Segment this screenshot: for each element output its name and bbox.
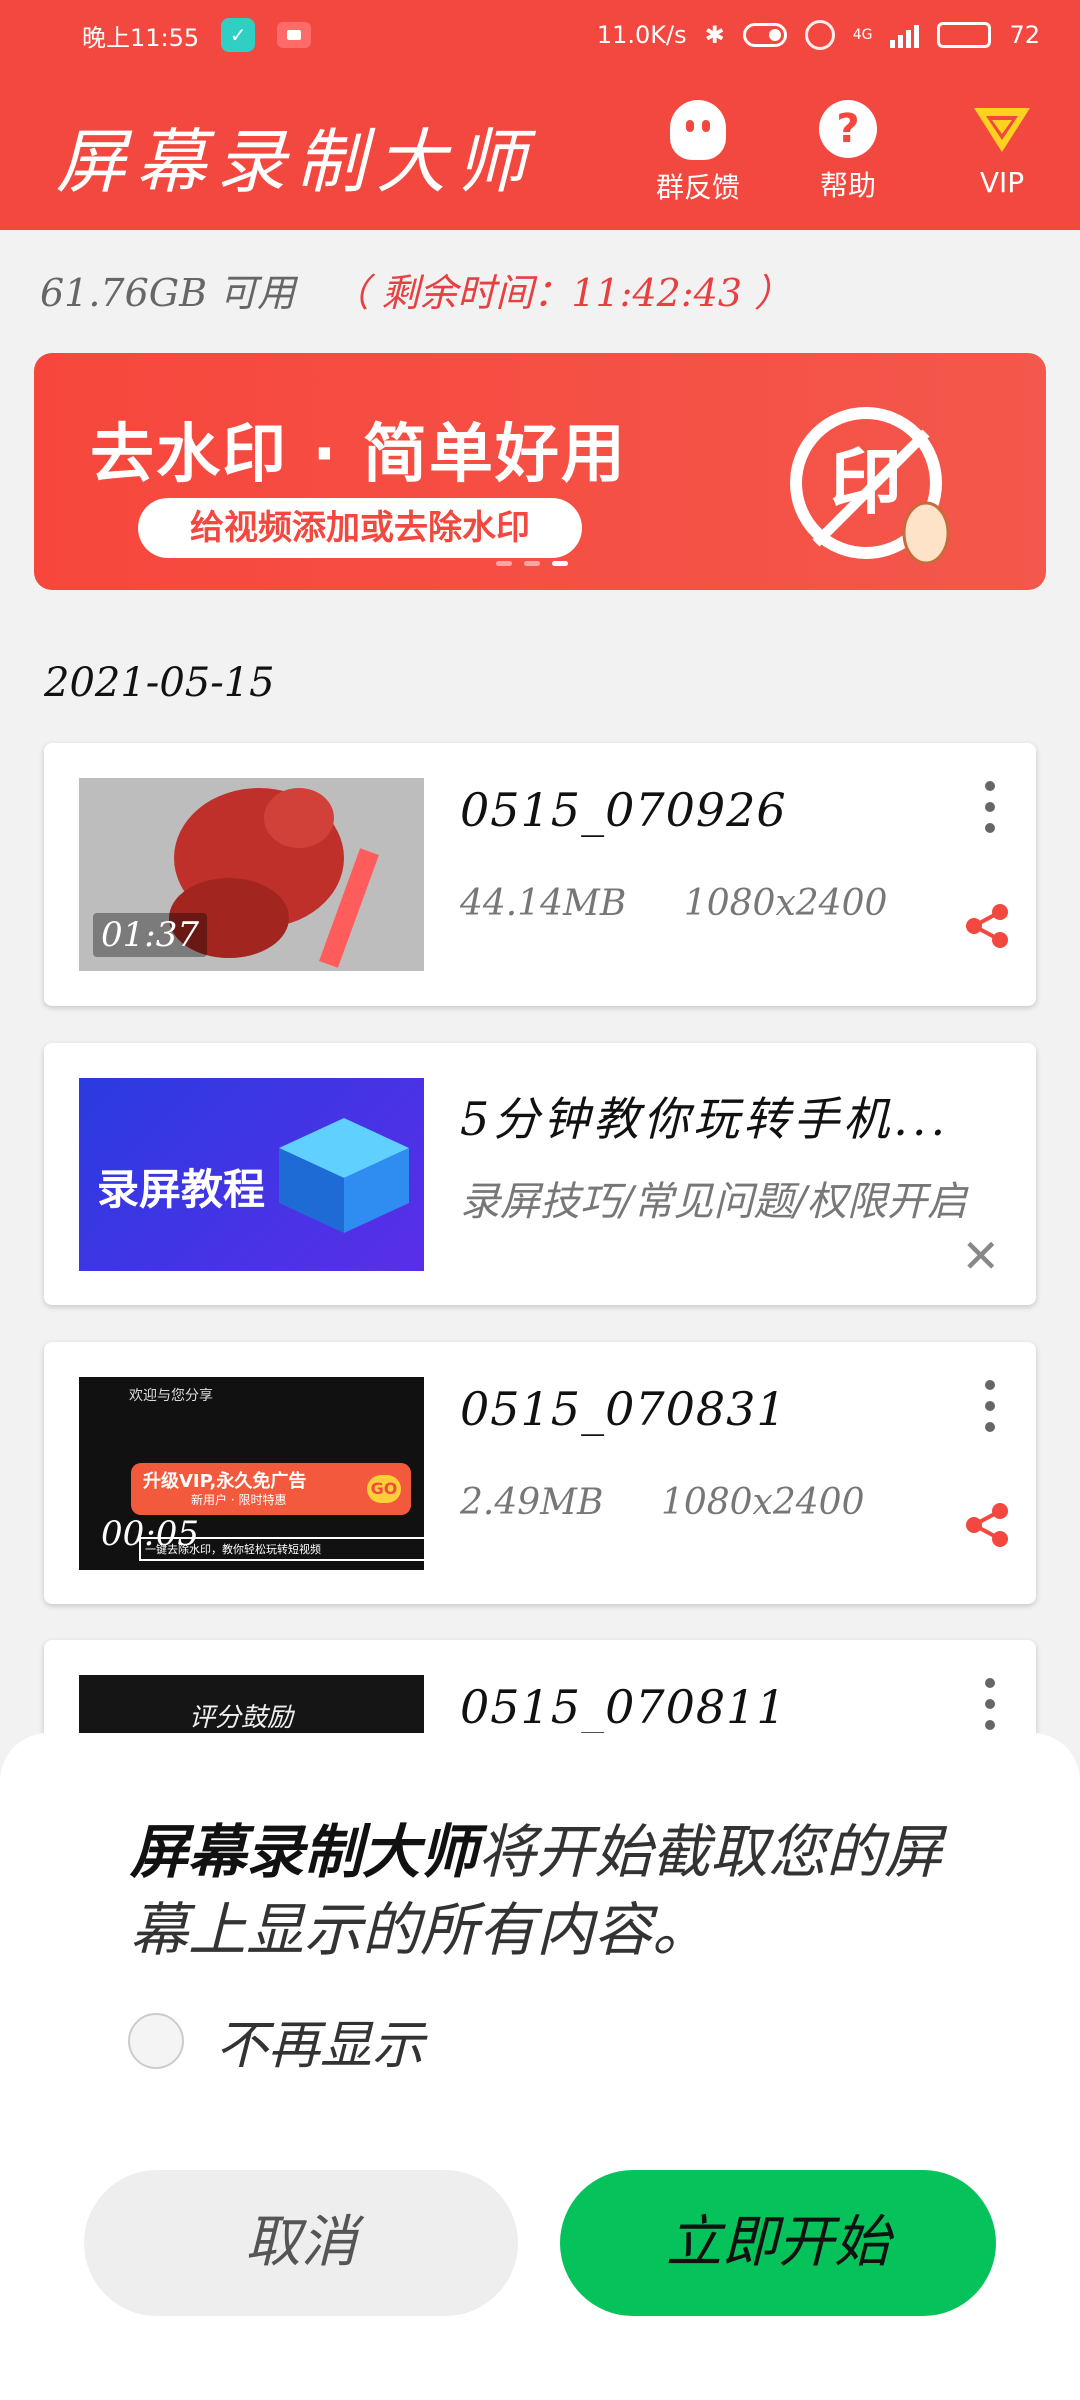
dont-show-again-label: 不再显示 [216,2016,425,2076]
bluetooth-icon: ✱ [704,21,725,49]
banner-subtitle: 给视频添加或去除水印 [138,498,582,558]
date-header: 2021-05-15 [44,660,275,706]
feedback-group-button[interactable]: 群反馈 [628,100,768,206]
video-title: 0515_070926 [460,783,787,837]
qq-penguin-icon [670,100,726,160]
video-size: 44.14MB [460,883,627,924]
app-title: 屏幕录制大师 [56,121,536,203]
more-options-icon[interactable] [984,1678,996,1730]
tutorial-thumb-text: 录屏教程 [97,1165,266,1214]
help-label: 帮助 [819,169,876,202]
dont-show-again-row[interactable]: 不再显示 [128,2003,424,2078]
video-resolution: 1080x2400 [683,883,888,924]
thumb-go: GO [367,1475,401,1503]
status-time: 晚上11:55 [82,23,200,52]
tutorial-subtitle: 录屏技巧/常见问题/权限开启 [460,1179,967,1225]
video-meta: 44.14MB 1080x2400 [460,883,887,924]
start-now-button[interactable]: 立即开始 [560,2170,996,2316]
question-icon: ? [819,100,877,158]
watermark-logo-icon: 印 [790,407,950,565]
thumb-promo-title: 升级VIP,永久免广告 [143,1471,307,1492]
shield-icon: ✓ [221,18,256,52]
alarm-icon [804,20,835,50]
vip-label: VIP [979,166,1025,199]
banner-title: 去水印 · 简单好用 [90,418,627,492]
storage-available: 61.76GB 可用 [40,271,296,315]
thumb-top-text: 欢迎与您分享 [129,1388,213,1404]
share-icon[interactable] [962,901,1012,951]
video-title: 0515_070831 [460,1382,787,1436]
thumb-promo: 升级VIP,永久免广告 新用户 · 限时特惠 GO [131,1463,411,1515]
video-thumbnail[interactable]: 01:37 [79,778,424,971]
more-options-icon[interactable] [984,1380,996,1432]
video-thumbnail[interactable]: 欢迎与您分享 升级VIP,永久免广告 新用户 · 限时特惠 GO 一键去除水印，… [79,1377,424,1570]
screen-capture-dialog: 屏幕录制大师将开始截取您的屏幕上显示的所有内容。 不再显示 取消 立即开始 [0,1733,1080,2400]
share-icon[interactable] [962,1500,1012,1550]
dialog-message: 屏幕录制大师将开始截取您的屏幕上显示的所有内容。 [130,1813,950,1969]
video-card[interactable]: 01:37 0515_070926 44.14MB 1080x2400 [44,743,1036,1006]
battery-icon [937,22,992,48]
battery-level: 72 [1009,21,1040,49]
feedback-label: 群反馈 [655,171,740,204]
app-bar: 屏幕录制大师 群反馈 ? 帮助 VIP [0,70,1080,230]
video-duration: 01:37 [93,913,207,957]
thumb-promo-sub: 新用户 · 限时特惠 [191,1493,287,1507]
cube-graphic [279,1118,409,1233]
dont-show-again-checkbox[interactable] [128,2012,184,2069]
record-icon [277,22,312,48]
vip-button[interactable]: VIP [932,100,1072,199]
net-speed: 11.0K/s [596,21,687,49]
video-meta: 2.49MB 1080x2400 [460,1482,864,1523]
more-options-icon[interactable] [984,781,996,833]
video-size: 2.49MB [460,1482,604,1523]
tutorial-thumbnail[interactable]: 录屏教程 [79,1078,424,1271]
storage-remaining: （ 剩余时间：11:42:43 ） [331,271,793,315]
signal-icon [890,22,920,48]
video-title: 0515_070811 [460,1680,787,1734]
thumb-text: 评分鼓励 [189,1703,294,1733]
cancel-button[interactable]: 取消 [84,2170,518,2316]
signal-label: 4G [852,27,873,43]
storage-info: 61.76GB 可用 （ 剩余时间：11:42:43 ） [40,262,792,317]
status-bar: 晚上11:55 ✓ 11.0K/s ✱ 4G 72 [0,0,1080,70]
video-card[interactable]: 欢迎与您分享 升级VIP,永久免广告 新用户 · 限时特惠 GO 一键去除水印，… [44,1342,1036,1604]
tutorial-card[interactable]: 录屏教程 5分钟教你玩转手机... 录屏技巧/常见问题/权限开启 ✕ [44,1043,1036,1305]
video-duration: 00:05 [101,1514,199,1554]
tutorial-title: 5分钟教你玩转手机... [460,1092,950,1146]
dialog-app-name: 屏幕录制大师 [130,1818,479,1886]
video-resolution: 1080x2400 [660,1482,865,1523]
help-button[interactable]: ? 帮助 [778,100,918,204]
vip-diamond-icon [974,108,1030,152]
toggle-icon [742,23,787,47]
banner-logo-text: 印 [830,440,902,524]
promo-banner[interactable]: 去水印 · 简单好用 给视频添加或去除水印 印 [34,353,1046,590]
banner-pagination [496,561,568,566]
close-icon[interactable]: ✕ [961,1229,1000,1283]
